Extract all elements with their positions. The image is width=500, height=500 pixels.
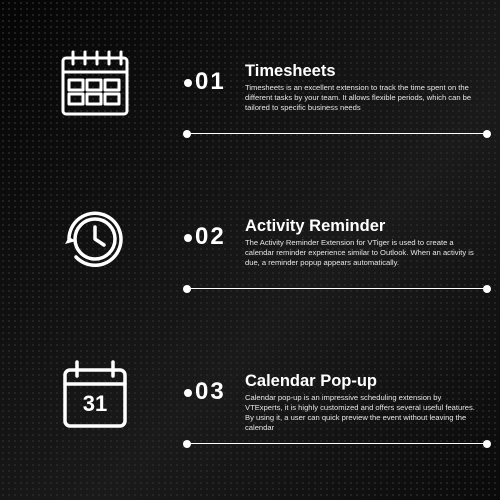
history-clock-icon	[55, 199, 135, 279]
feature-description: Timesheets is an excellent extension to …	[245, 83, 475, 113]
feature-number: 03	[195, 378, 231, 406]
calendar-date-icon: 31	[55, 354, 135, 434]
svg-text:31: 31	[83, 391, 107, 416]
feature-description: The Activity Reminder Extension for VTig…	[245, 238, 475, 268]
feature-title: Calendar Pop-up	[245, 372, 377, 391]
feature-description: Calendar pop-up is an impressive schedul…	[245, 393, 475, 432]
divider	[187, 288, 487, 289]
feature-calendar-popup: 31 03 Calendar Pop-up Calendar pop-up is…	[0, 340, 500, 480]
divider	[187, 443, 487, 444]
divider	[187, 133, 487, 134]
feature-title: Activity Reminder	[245, 217, 385, 236]
feature-number: 01	[195, 68, 231, 96]
feature-number: 02	[195, 223, 231, 251]
feature-title: Timesheets	[245, 62, 336, 81]
feature-timesheets: 01 Timesheets Timesheets is an excellent…	[0, 30, 500, 170]
feature-activity-reminder: 02 Activity Reminder The Activity Remind…	[0, 185, 500, 325]
timesheet-icon	[55, 44, 135, 124]
